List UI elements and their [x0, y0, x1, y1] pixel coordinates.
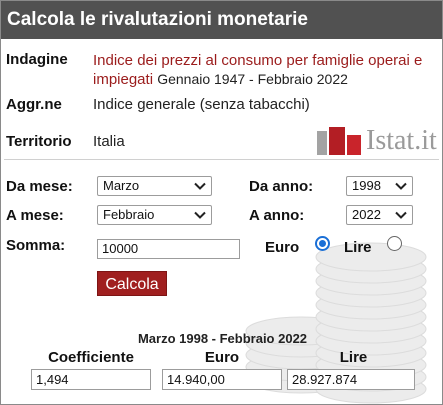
somma-input[interactable]: 10000	[97, 239, 240, 259]
chevron-down-icon	[194, 211, 206, 219]
euro-radio[interactable]	[315, 236, 330, 251]
lire-header: Lire	[339, 349, 368, 366]
territorio-value: Italia	[93, 133, 125, 150]
da-anno-select[interactable]: 1998	[346, 176, 413, 196]
section-divider	[4, 159, 439, 160]
chevron-down-icon	[194, 182, 206, 190]
results-period: Marzo 1998 - Febbraio 2022	[137, 331, 308, 346]
chevron-down-icon	[395, 182, 407, 190]
lire-output[interactable]: 28.927.874	[287, 369, 415, 390]
da-mese-select[interactable]: Marzo	[97, 176, 212, 196]
a-anno-select[interactable]: 2022	[346, 205, 413, 225]
da-mese-label: Da mese:	[6, 178, 73, 195]
da-anno-value: 1998	[352, 178, 381, 193]
euro-output[interactable]: 14.940,00	[162, 369, 282, 390]
coefficiente-output[interactable]: 1,494	[31, 369, 151, 390]
indagine-text: Indice dei prezzi al consumo per famigli…	[93, 51, 438, 89]
aggr-value: Indice generale (senza tabacchi)	[93, 96, 310, 113]
calcola-button[interactable]: Calcola	[97, 271, 167, 296]
indagine-label: Indagine	[6, 51, 68, 68]
istat-logo[interactable]: Istat.it	[314, 125, 439, 157]
widget-title: Calcola le rivalutazioni monetarie	[1, 1, 442, 39]
somma-label: Somma:	[6, 237, 66, 254]
aggr-label: Aggr.ne	[6, 96, 62, 113]
a-mese-select[interactable]: Febbraio	[97, 205, 212, 225]
coefficiente-header: Coefficiente	[48, 349, 134, 366]
a-mese-label: A mese:	[6, 207, 64, 224]
chevron-down-icon	[395, 211, 407, 219]
lire-radio[interactable]	[387, 236, 402, 251]
istat-logo-icon	[317, 127, 361, 155]
rivalutazioni-widget: Calcola le rivalutazioni monetarie Indag…	[0, 0, 443, 405]
euro-radio-label[interactable]: Euro	[265, 239, 299, 256]
euro-header: Euro	[204, 349, 240, 366]
a-anno-value: 2022	[352, 207, 381, 222]
istat-logo-text: Istat.it	[366, 125, 437, 156]
a-anno-label: A anno:	[249, 207, 305, 224]
indagine-range: Gennaio 1947 - Febbraio 2022	[157, 71, 348, 87]
territorio-label: Territorio	[6, 133, 72, 150]
da-mese-value: Marzo	[103, 178, 140, 193]
a-mese-value: Febbraio	[103, 207, 155, 222]
lire-radio-label[interactable]: Lire	[344, 239, 372, 256]
da-anno-label: Da anno:	[249, 178, 314, 195]
